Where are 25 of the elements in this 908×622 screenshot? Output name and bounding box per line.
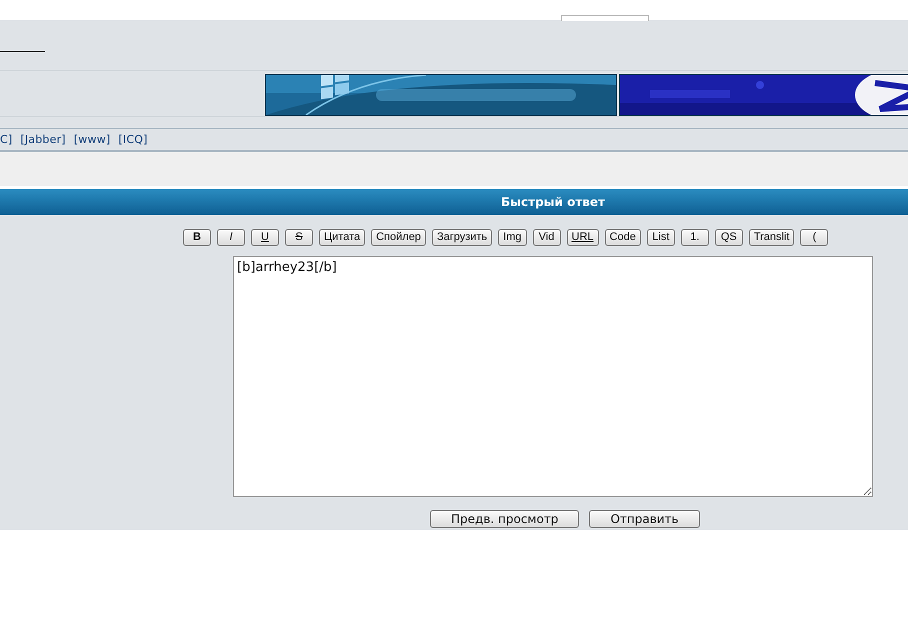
format-button[interactable]: B (183, 229, 211, 246)
contact-link[interactable]: [www] (74, 133, 110, 146)
format-button[interactable]: URL (566, 229, 599, 246)
format-button[interactable]: Code (604, 229, 641, 246)
format-button[interactable]: Загрузить (432, 229, 492, 246)
preview-button[interactable]: Предв. просмотр (430, 510, 580, 528)
message-field[interactable]: [b]arrhey23[/b] (233, 256, 873, 497)
contact-link[interactable]: C] (0, 133, 12, 146)
format-button[interactable]: ( (800, 229, 828, 246)
format-button[interactable]: Img (498, 229, 527, 246)
format-button[interactable]: Translit (748, 229, 794, 246)
format-button[interactable]: List (646, 229, 675, 246)
format-button[interactable]: 1. (680, 229, 709, 246)
format-button[interactable]: Vid (532, 229, 561, 246)
format-button[interactable]: Спойлер (371, 229, 426, 246)
submit-button[interactable]: Отправить (589, 510, 700, 528)
panel-title: Быстрый ответ (0, 189, 908, 215)
format-button[interactable]: I (217, 229, 245, 246)
format-button[interactable]: QS (714, 229, 743, 246)
contact-link[interactable]: [Jabber] (20, 133, 66, 146)
select-field[interactable] (561, 15, 649, 21)
format-button[interactable]: U (251, 229, 279, 246)
format-button[interactable]: S (285, 229, 313, 246)
contact-link[interactable]: [ICQ] (118, 133, 148, 146)
format-button[interactable]: Цитата (319, 229, 366, 246)
